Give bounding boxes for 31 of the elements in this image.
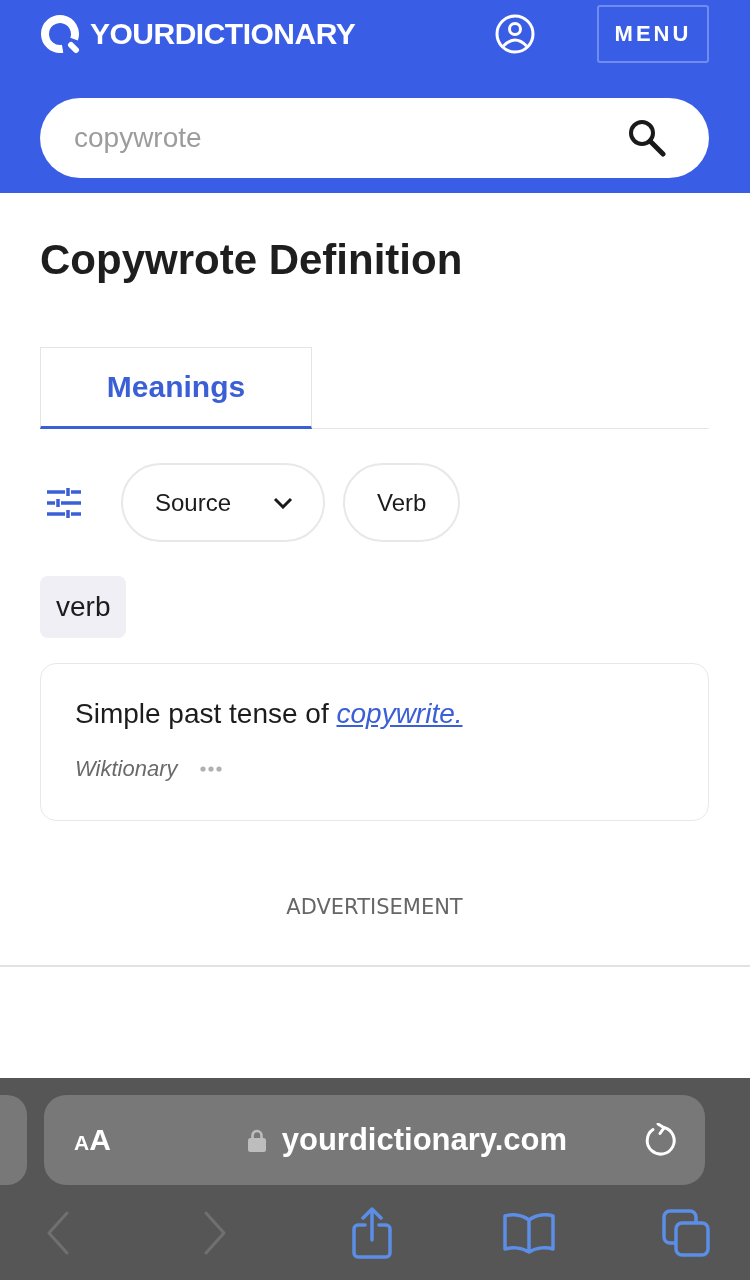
tab[interactable]: Meanings bbox=[40, 347, 312, 429]
overlapping-squares-icon bbox=[662, 1208, 710, 1257]
part-of-speech-tag: verb bbox=[40, 576, 127, 638]
chevron-right-icon bbox=[203, 1210, 227, 1255]
url-text[interactable]: yourdictionary.com bbox=[281, 1122, 568, 1158]
menu-button[interactable]: MENU bbox=[597, 5, 709, 63]
filter-chip[interactable]: Verb bbox=[343, 463, 461, 542]
source-dropdown[interactable]: Source bbox=[121, 463, 325, 542]
definition-text: Simple past tense of copywrite. bbox=[75, 697, 464, 731]
sliders-icon bbox=[47, 487, 81, 518]
address-bar[interactable]: AA yourdictionary.com bbox=[44, 1095, 705, 1185]
book-icon bbox=[503, 1211, 555, 1254]
search-icon bbox=[626, 117, 666, 157]
advertisement-label: ADVERTISEMENT bbox=[286, 894, 463, 921]
user-icon[interactable] bbox=[495, 14, 535, 54]
side-tab-preview[interactable] bbox=[0, 1095, 27, 1185]
share-icon bbox=[352, 1206, 392, 1259]
search-button[interactable] bbox=[626, 117, 666, 157]
reload-icon[interactable] bbox=[644, 1123, 678, 1157]
logo-text[interactable]: YOURDICTIONARY bbox=[90, 17, 356, 51]
text-size-button[interactable]: AA bbox=[74, 1123, 111, 1157]
lock-icon bbox=[247, 1128, 266, 1152]
definition-link[interactable]: copywrite. bbox=[336, 698, 463, 729]
page-title: Copywrote Definition bbox=[40, 235, 464, 285]
source-name: Wiktionary bbox=[75, 756, 178, 782]
search-field[interactable]: copywrote bbox=[40, 98, 709, 178]
chevron-left-icon bbox=[46, 1210, 70, 1255]
more-dots-icon[interactable] bbox=[199, 766, 222, 772]
filter-button[interactable] bbox=[47, 487, 81, 518]
logo-icon bbox=[40, 14, 80, 54]
chevron-down-icon bbox=[273, 496, 293, 509]
